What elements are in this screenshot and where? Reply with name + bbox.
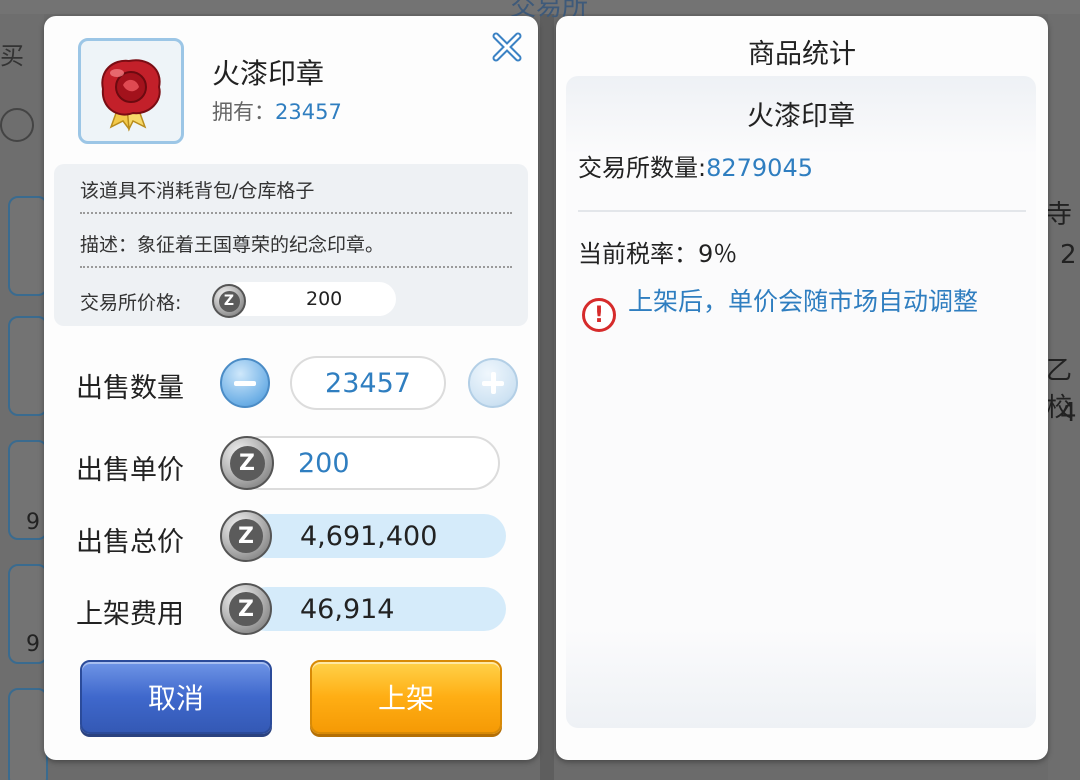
background-item-card [8,316,48,416]
close-icon [492,32,522,62]
wax-seal-icon [101,59,161,132]
listing-fee-label: 上架费用 [76,599,184,630]
market-quantity-label: 交易所数量: [578,154,707,182]
divider [80,266,512,268]
quantity-label: 出售数量 [76,373,184,404]
listing-fee-value: 46,914 [244,587,506,631]
background-item-name: 寺 [1046,200,1073,230]
zeny-coin-icon: Z [220,436,274,490]
sell-dialog: 火漆印章 拥有：23457 该道具不消耗背包/仓库格子 描述：象征着王国尊荣的纪… [44,16,538,760]
background-item-count: 9 [26,510,40,535]
zeny-coin-icon: Z [212,284,246,318]
total-price-label: 出售总价 [76,527,184,558]
background-item-count: 9 [26,632,40,657]
warning-icon: ! [582,298,616,332]
statistics-title: 商品统计 [748,39,856,70]
statistics-item-name: 火漆印章 [747,101,855,132]
background-shirt-icon [0,108,34,142]
quantity-decrease-button[interactable] [220,358,270,408]
statistics-body: 火漆印章 交易所数量:8279045 当前税率：9％ ! 上架后，单价会随市场自… [566,76,1036,728]
quantity-increase-button[interactable] [468,358,518,408]
owned-label: 拥有： [212,100,275,124]
divider [80,212,512,214]
background-item-card [8,688,48,780]
zeny-coin-icon: Z [220,583,272,635]
unit-price-label: 出售单价 [76,455,184,486]
market-quantity-value: 8279045 [706,154,813,182]
background-tab-label: 买 [0,42,24,70]
market-price-value: 200 [306,288,343,310]
tax-rate-label: 当前税率： [578,240,698,268]
list-item-button[interactable]: 上架 [310,660,502,734]
item-info-box: 该道具不消耗背包/仓库格子 描述：象征着王国尊荣的纪念印章。 交易所价格: Z … [54,164,528,326]
quantity-input[interactable]: 23457 [290,356,446,410]
background-item-price: 4 [1060,398,1077,428]
total-price-value: 4,691,400 [244,514,506,558]
item-icon-frame [78,38,184,144]
tax-rate: 当前税率：9％ [578,234,737,269]
divider [578,210,1026,212]
item-description: 描述：象征着王国尊荣的纪念印章。 [80,234,385,256]
storage-note: 该道具不消耗背包/仓库格子 [80,180,315,202]
owned-value: 23457 [275,100,342,124]
cancel-button[interactable]: 取消 [80,660,272,734]
background-item-price: 2 [1060,240,1077,270]
background-item-card [8,196,48,296]
tax-rate-value: 9％ [698,240,738,268]
panel-gap [540,0,554,780]
close-button[interactable] [490,30,524,64]
item-name: 火漆印章 [212,57,325,90]
zeny-coin-icon: Z [220,510,272,562]
market-price-label: 交易所价格: [80,292,182,314]
owned-count: 拥有：23457 [212,96,342,126]
item-statistics-panel: 商品统计 火漆印章 交易所数量:8279045 当前税率：9％ ! 上架后，单价… [556,16,1048,760]
market-quantity: 交易所数量:8279045 [578,148,813,183]
price-adjust-warning: 上架后，单价会随市场自动调整 [628,287,979,316]
